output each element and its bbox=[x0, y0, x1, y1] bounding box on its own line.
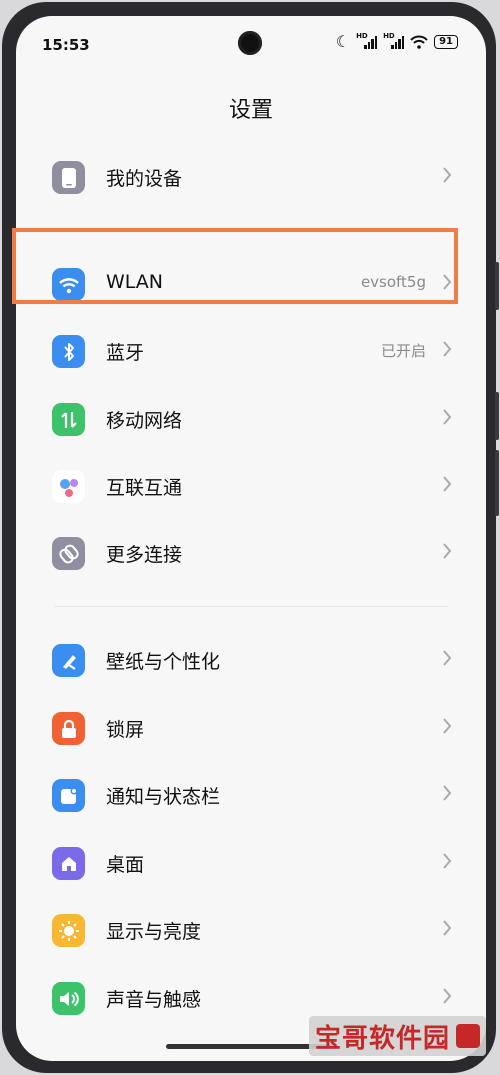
moon-icon: ☾ bbox=[335, 32, 351, 51]
settings-item-notifications[interactable]: 通知与状态栏 bbox=[16, 762, 486, 828]
page-title: 设置 bbox=[228, 98, 273, 123]
battery-icon: 91 bbox=[434, 35, 458, 49]
mobile-network-icon bbox=[52, 403, 85, 436]
chevron-right-icon bbox=[443, 341, 452, 357]
status-bar: 15:53 ☾ HD HD 91 bbox=[16, 16, 486, 72]
watermark: 宝哥软件园 bbox=[308, 1016, 486, 1056]
settings-item-interconnect[interactable]: 互联互通 bbox=[16, 453, 486, 519]
item-label: 声音与触感 bbox=[106, 989, 202, 1011]
home-icon bbox=[52, 847, 85, 880]
item-label: 我的设备 bbox=[106, 168, 183, 190]
item-label: 通知与状态栏 bbox=[106, 786, 221, 808]
wlan-highlight-box bbox=[12, 228, 458, 304]
watermark-logo-icon bbox=[456, 1024, 480, 1048]
interconnect-icon bbox=[52, 470, 85, 503]
brightness-icon bbox=[52, 914, 85, 947]
chevron-right-icon bbox=[443, 920, 452, 936]
chevron-right-icon bbox=[443, 409, 452, 425]
watermark-text: 宝哥软件园 bbox=[314, 1023, 450, 1054]
signal-icon: HD bbox=[356, 32, 378, 49]
hd-label-2: HD bbox=[383, 32, 395, 40]
link-icon bbox=[52, 537, 85, 570]
item-label: 移动网络 bbox=[106, 410, 183, 432]
item-label: 互联互通 bbox=[106, 477, 183, 499]
item-label: 更多连接 bbox=[106, 544, 183, 566]
signal-icon-2: HD bbox=[383, 32, 405, 49]
volume-up-button bbox=[495, 262, 499, 310]
phone-icon bbox=[52, 161, 85, 194]
hd-label: HD bbox=[356, 32, 368, 40]
notification-icon bbox=[52, 779, 85, 812]
settings-item-lockscreen[interactable]: 锁屏 bbox=[16, 695, 486, 761]
status-icons: ☾ HD HD 91 bbox=[335, 32, 458, 51]
item-label: 锁屏 bbox=[106, 719, 145, 741]
sound-icon bbox=[52, 982, 85, 1015]
wallpaper-icon bbox=[52, 644, 85, 677]
screen: 15:53 ☾ HD HD 91 设置 我的设备 WLAN evsoft5g 蓝… bbox=[16, 16, 486, 1061]
chevron-right-icon bbox=[443, 476, 452, 492]
lock-icon bbox=[52, 712, 85, 745]
status-time: 15:53 bbox=[42, 36, 90, 54]
bluetooth-icon bbox=[52, 335, 85, 368]
chevron-right-icon bbox=[443, 853, 452, 869]
section-divider bbox=[54, 606, 448, 607]
volume-down-button bbox=[495, 392, 499, 440]
chevron-right-icon bbox=[443, 167, 452, 183]
item-label: 显示与亮度 bbox=[106, 921, 202, 943]
item-label: 桌面 bbox=[106, 854, 145, 876]
settings-item-more-connections[interactable]: 更多连接 bbox=[16, 520, 486, 586]
item-label: 蓝牙 bbox=[106, 342, 145, 364]
settings-item-desktop[interactable]: 桌面 bbox=[16, 830, 486, 896]
chevron-right-icon bbox=[443, 650, 452, 666]
settings-item-display[interactable]: 显示与亮度 bbox=[16, 897, 486, 963]
settings-item-wallpaper[interactable]: 壁纸与个性化 bbox=[16, 627, 486, 693]
phone-frame: 15:53 ☾ HD HD 91 设置 我的设备 WLAN evsoft5g 蓝… bbox=[2, 2, 496, 1073]
item-label: 壁纸与个性化 bbox=[106, 651, 221, 673]
chevron-right-icon bbox=[443, 543, 452, 559]
settings-item-bluetooth[interactable]: 蓝牙 已开启 bbox=[16, 318, 486, 384]
settings-item-my-device[interactable]: 我的设备 bbox=[16, 144, 486, 210]
settings-item-mobile-network[interactable]: 移动网络 bbox=[16, 386, 486, 452]
chevron-right-icon bbox=[443, 718, 452, 734]
front-camera bbox=[238, 31, 262, 55]
power-button bbox=[495, 450, 499, 516]
chevron-right-icon bbox=[443, 785, 452, 801]
chevron-right-icon bbox=[443, 988, 452, 1004]
item-value: 已开启 bbox=[380, 342, 426, 360]
wifi-status-icon bbox=[410, 35, 428, 49]
